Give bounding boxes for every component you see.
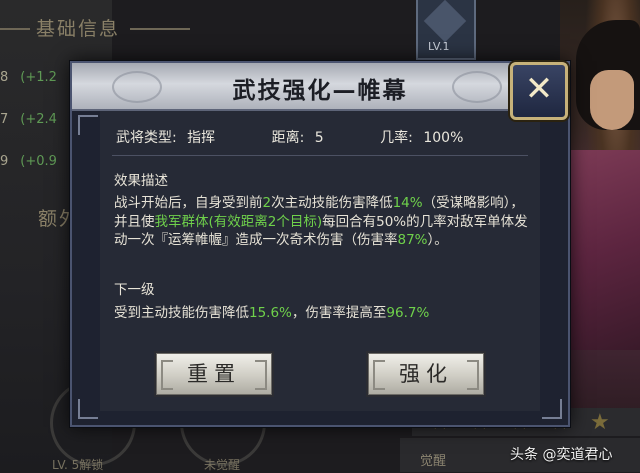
stat-row: 7 (+2.4 (0, 112, 57, 127)
close-button[interactable]: ✕ (510, 62, 568, 120)
dialog-title: 武技强化—帷幕 (232, 78, 408, 104)
star-icon: ★ (590, 410, 610, 435)
chance-label: 几率: (380, 130, 413, 146)
stat-row: 9 (+0.9 (0, 154, 57, 169)
not-awakened-label: 未觉醒 (204, 458, 241, 472)
divider (112, 155, 528, 156)
upgrade-button[interactable]: 强化 (368, 353, 484, 395)
skill-info-row: 武将类型: 指挥 距离: 5 几率: 100% (116, 127, 463, 147)
dialog-title-bar: 武技强化—帷幕 (72, 63, 568, 111)
unlock-label: LV. 5解锁 (52, 458, 104, 472)
corner-ornament (78, 115, 98, 135)
next-level-description: 受到主动技能伤害降低15.6%，伤害率提高至96.7% (114, 305, 430, 321)
reset-button[interactable]: 重置 (156, 353, 272, 395)
effect-heading: 效果描述 (114, 173, 168, 189)
range-label: 距离: (271, 130, 305, 146)
corner-ornament (78, 399, 98, 419)
general-card-badge: LV.1 (416, 0, 476, 60)
skill-upgrade-dialog: 武技强化—帷幕 武将类型: 指挥 距离: 5 几率: 100% 效果描述 战斗开… (70, 61, 570, 427)
type-value: 指挥 (187, 130, 216, 146)
effect-description: 战斗开始后，自身受到前2次主动技能伤害降低14%（受谋略影响），并且使我军群体(… (114, 195, 528, 248)
chance-value: 100% (423, 130, 464, 146)
type-label: 武将类型: (116, 130, 177, 146)
section-basic-info: 基础信息 (0, 12, 200, 46)
close-x-icon: ✕ (524, 69, 554, 109)
stat-row: 8 (+1.2 (0, 70, 57, 85)
range-value: 5 (314, 130, 324, 146)
emblem-icon (423, 0, 467, 43)
next-level-heading: 下一级 (114, 282, 155, 298)
general-portrait (560, 0, 640, 420)
watermark: 头条 @奕道君心 (510, 447, 613, 463)
corner-ornament (542, 399, 562, 419)
